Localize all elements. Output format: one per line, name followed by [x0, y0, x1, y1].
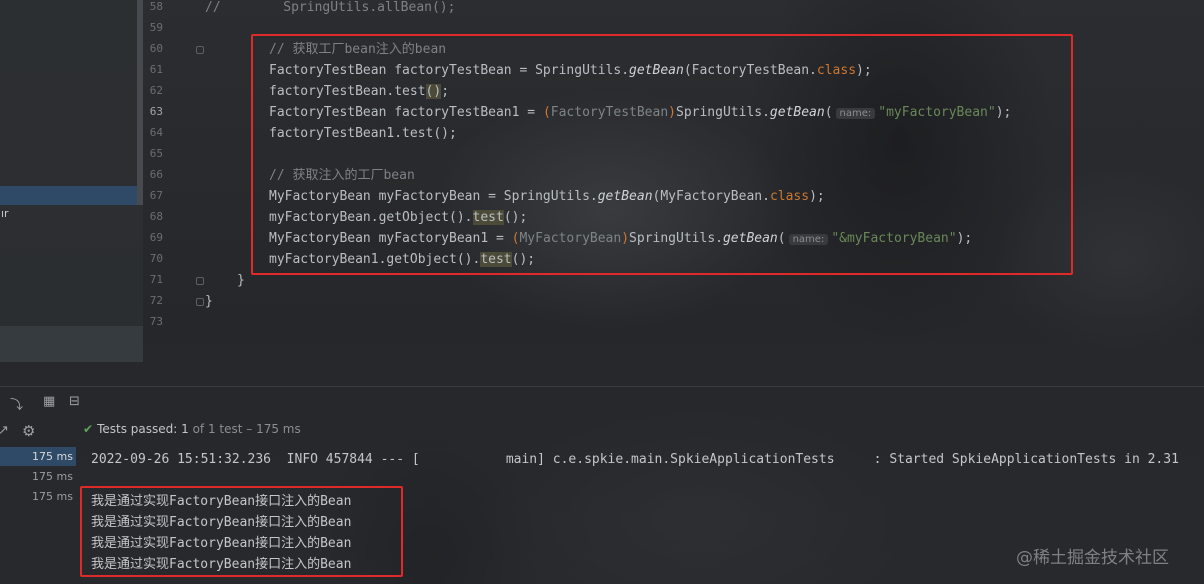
project-tree-lower-area: [0, 326, 143, 362]
test-tree-row[interactable]: 175 ms: [0, 447, 76, 466]
line-number: 59: [149, 21, 163, 34]
line-number: 64: [149, 126, 163, 139]
project-tree-truncated-label: ır: [1, 207, 9, 220]
code-line-commented[interactable]: // SpringUtils.allBean();: [205, 0, 455, 18]
project-tool-window[interactable]: [0, 0, 143, 362]
line-number: 67: [149, 189, 163, 202]
grid-view-icon[interactable]: ▦: [43, 394, 55, 409]
line-number-current: 63: [149, 105, 163, 118]
line-number: 73: [149, 315, 163, 328]
fold-marker-icon[interactable]: [196, 298, 204, 306]
test-tree-row[interactable]: 175 ms: [0, 487, 76, 506]
line-number: 61: [149, 63, 163, 76]
project-tree-selected-row[interactable]: [0, 186, 137, 205]
line-number: 65: [149, 147, 163, 160]
status-label: Tests passed:: [97, 422, 178, 436]
line-number: 71: [149, 273, 163, 286]
status-detail: of 1 test – 175 ms: [192, 422, 301, 436]
line-number: 72: [149, 294, 163, 307]
line-number: 70: [149, 252, 163, 265]
export-icon[interactable]: ↗: [0, 423, 9, 438]
line-number: 62: [149, 84, 163, 97]
filter-icon[interactable]: ⤵: [10, 394, 23, 413]
fold-marker-icon[interactable]: [196, 46, 204, 54]
layout-icon[interactable]: ⊟: [69, 394, 80, 409]
check-icon: ✔: [83, 422, 94, 436]
highlight-box-output: [80, 486, 403, 577]
console-log-line: 2022-09-26 15:51:32.236 INFO 457844 --- …: [91, 452, 1179, 467]
line-number: 66: [149, 168, 163, 181]
watermark-text: @稀土掘金技术社区: [1016, 548, 1169, 568]
line-number: 60: [149, 42, 163, 55]
line-number: 58: [149, 0, 163, 13]
status-passed-count: 1: [181, 422, 189, 436]
test-status: ✔ Tests passed: 1 of 1 test – 175 ms: [83, 422, 301, 436]
code-closing-brace[interactable]: }: [205, 291, 213, 312]
line-number: 68: [149, 210, 163, 223]
gear-icon[interactable]: ⚙: [22, 422, 35, 440]
test-tree-row[interactable]: 175 ms: [0, 467, 76, 486]
code-closing-brace[interactable]: }: [237, 270, 245, 291]
highlight-box-code: [251, 34, 1073, 275]
run-panel-divider: [0, 386, 1204, 387]
line-number: 69: [149, 231, 163, 244]
fold-marker-icon[interactable]: [196, 277, 204, 285]
